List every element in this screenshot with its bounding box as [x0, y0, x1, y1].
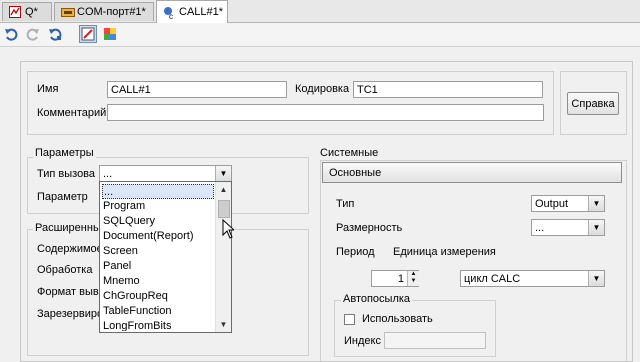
refresh-icon[interactable] [47, 26, 63, 42]
advanced-title: Расширенные [33, 222, 109, 234]
type-value: Output [535, 198, 569, 210]
unit-combo[interactable]: цикл CALC ▼ [460, 270, 605, 287]
call-type-label: Тип вызова [37, 168, 96, 180]
processing-label: Обработка [37, 264, 93, 276]
period-value: 1 [397, 273, 404, 285]
call-icon: c [163, 6, 175, 21]
list-item[interactable]: Program [103, 199, 145, 214]
system-title: Системные [320, 147, 379, 159]
list-item[interactable]: ChGroupReq [103, 289, 168, 304]
undo-icon[interactable] [3, 26, 19, 42]
svg-text:c: c [169, 12, 173, 20]
tab-q[interactable]: Q* [2, 2, 52, 21]
call-type-combo[interactable]: ... ▼ [99, 165, 232, 182]
list-item[interactable]: TableFunction [103, 304, 172, 319]
tab-call[interactable]: c CALL#1* [156, 0, 228, 23]
param-label: Параметр [37, 191, 88, 203]
dimension-label: Размерность [336, 222, 403, 234]
type-combo[interactable]: Output ▼ [531, 195, 605, 212]
toolbar [0, 23, 640, 47]
tab-bar: Q* COM-порт#1* c CALL#1* [0, 0, 640, 23]
tab-main[interactable]: Основные [322, 162, 622, 183]
tab-label: CALL#1* [179, 6, 224, 18]
call-type-dropdown-list[interactable]: ... Program SQLQuery Document(Report) Sc… [99, 181, 232, 333]
chart-icon [9, 6, 21, 18]
list-item[interactable]: SQLQuery [103, 214, 155, 229]
code-label: Кодировка [295, 83, 350, 95]
use-checkbox[interactable] [344, 314, 355, 325]
index-label: Индекс [344, 335, 381, 347]
call-type-value: ... [103, 168, 113, 180]
chevron-down-icon[interactable]: ▼ [588, 196, 604, 211]
index-field[interactable] [384, 332, 486, 349]
spin-icon[interactable]: ▲ ▼ [407, 271, 419, 286]
format-label: Формат выво [37, 286, 105, 298]
tab-com-port[interactable]: COM-порт#1* [54, 2, 154, 21]
name-label: Имя [37, 83, 59, 95]
tab-label: COM-порт#1* [77, 6, 146, 18]
help-button[interactable]: Справка [567, 92, 619, 115]
chevron-down-icon[interactable]: ▼ [588, 220, 604, 235]
params-title: Параметры [33, 147, 96, 159]
use-label: Использовать [362, 313, 433, 325]
list-item[interactable]: ... [102, 184, 214, 199]
chevron-down-icon[interactable]: ▼ [215, 166, 231, 181]
comment-field[interactable] [107, 104, 544, 121]
tab-label: Q* [25, 6, 38, 18]
scroll-down-icon[interactable]: ▼ [216, 317, 231, 332]
palette-icon[interactable] [102, 26, 118, 42]
dimension-combo[interactable]: ... ▼ [531, 219, 605, 236]
unit-value: цикл CALC [464, 273, 521, 285]
scroll-up-icon[interactable]: ▲ [216, 182, 231, 197]
name-field[interactable]: CALL#1 [107, 81, 287, 98]
redo-icon[interactable] [25, 26, 41, 42]
list-scrollbar[interactable]: ▲ ▼ [215, 182, 231, 332]
chevron-down-icon[interactable]: ▼ [588, 271, 604, 286]
unit-label: Единица измерения [393, 246, 496, 258]
cursor-icon [222, 219, 234, 239]
list-item[interactable]: Document(Report) [103, 229, 193, 244]
code-field[interactable]: TC1 [353, 81, 543, 98]
list-item[interactable]: Mnemo [103, 274, 140, 289]
period-label: Период [336, 246, 375, 258]
scroll-thumb[interactable] [218, 200, 230, 218]
autosend-title: Автопосылка [341, 293, 413, 305]
list-item[interactable]: LongFromBits [103, 319, 171, 331]
edit-mode-icon[interactable] [79, 25, 97, 43]
list-item[interactable]: Screen [103, 244, 138, 259]
list-item[interactable]: Panel [103, 259, 131, 274]
comment-label: Комментарий [37, 107, 107, 119]
com-port-icon [61, 6, 75, 18]
content-label: Содержимое [37, 243, 103, 255]
dimension-value: ... [535, 222, 545, 234]
reserved-label: Зарезервиро [37, 308, 104, 320]
type-label: Тип [336, 198, 355, 210]
